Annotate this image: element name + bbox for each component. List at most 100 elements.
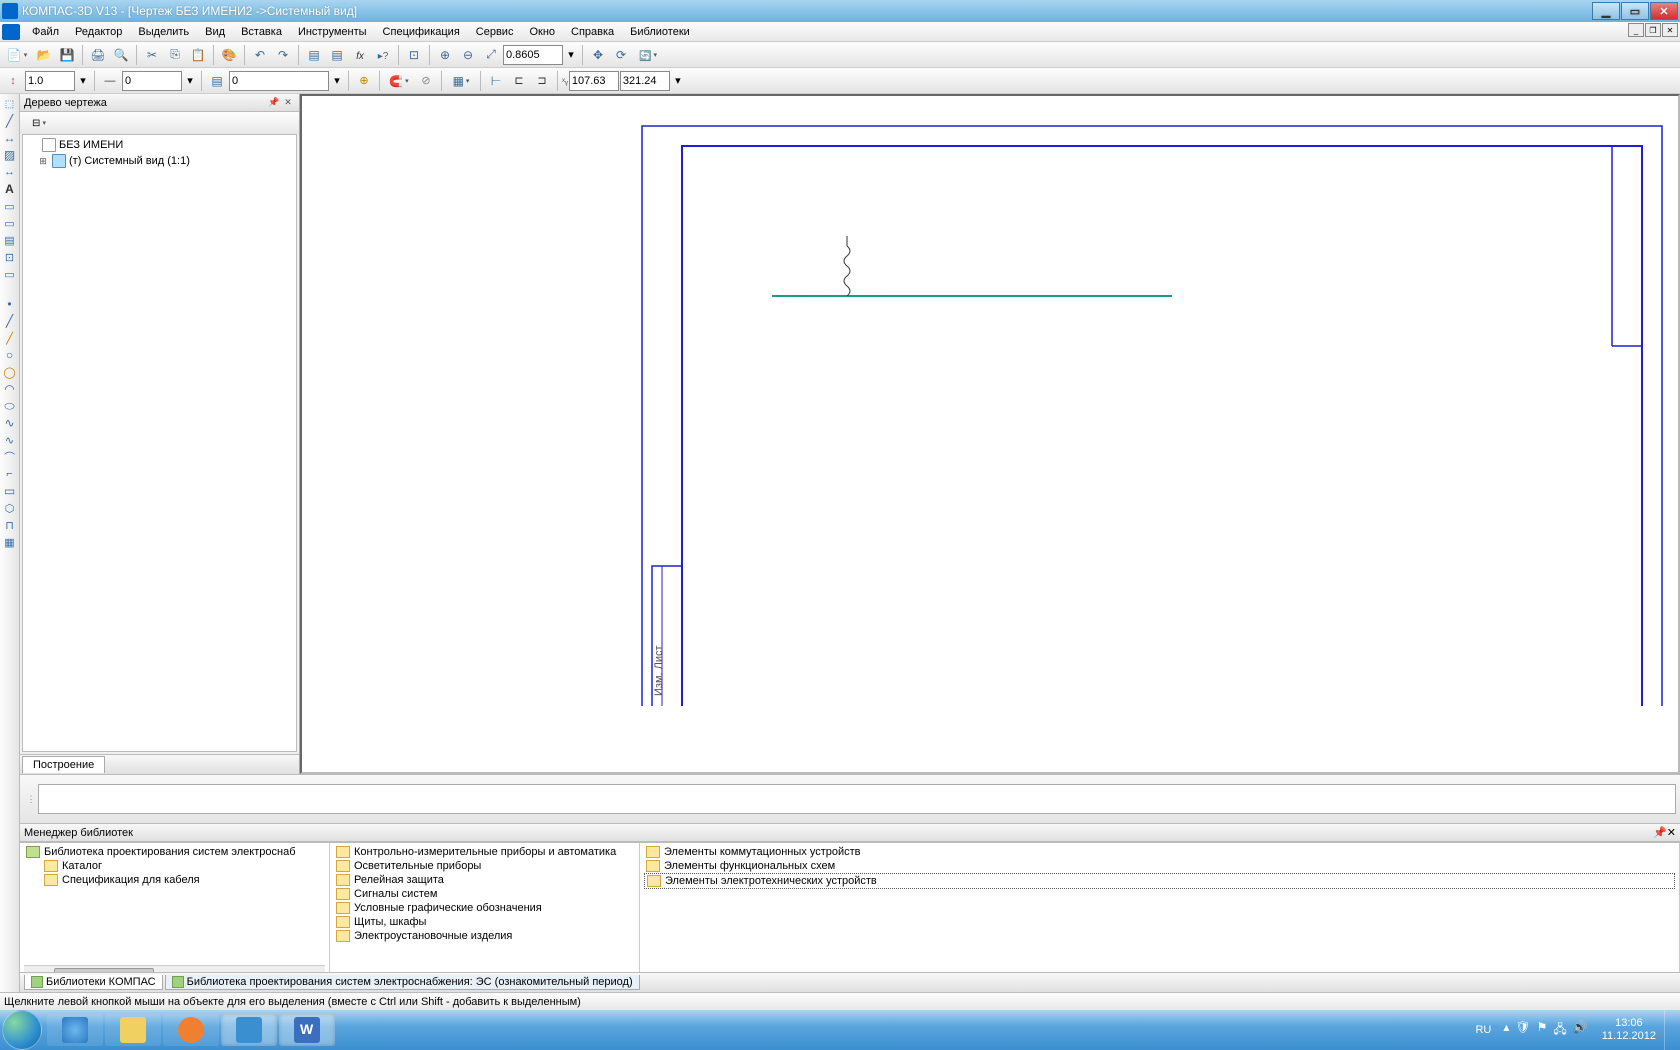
coord-x-input[interactable]: [569, 71, 619, 91]
expand-icon[interactable]: ⊞: [37, 156, 49, 167]
menu-file[interactable]: Файл: [24, 24, 67, 40]
fillet-tool-button[interactable]: ⌒: [2, 449, 18, 465]
tree-tab-construction[interactable]: Построение: [22, 756, 105, 773]
layer-input[interactable]: [229, 71, 329, 91]
line-tool-button[interactable]: [2, 313, 18, 329]
taskbar-kompas[interactable]: [221, 1014, 277, 1046]
list-item[interactable]: Осветительные приборы: [334, 859, 635, 873]
save-button[interactable]: [56, 44, 78, 66]
tree-pin-button[interactable]: 📌: [267, 96, 281, 110]
menu-tools[interactable]: Инструменты: [290, 24, 375, 40]
ellipse2-tool-button[interactable]: [2, 398, 18, 414]
help-context-button[interactable]: [372, 44, 394, 66]
language-indicator[interactable]: RU: [1469, 1024, 1497, 1036]
round-button-2[interactable]: ⊐: [531, 70, 553, 92]
taskbar-media[interactable]: [163, 1014, 219, 1046]
symbols-button[interactable]: ▭: [2, 198, 18, 214]
taskbar-word[interactable]: W: [279, 1014, 335, 1046]
zoom-value-input[interactable]: [503, 45, 563, 65]
menu-spec[interactable]: Спецификация: [375, 24, 468, 40]
dimensions-button[interactable]: [2, 130, 18, 146]
offset-tool-button[interactable]: ⊓: [2, 517, 18, 533]
tray-up-icon[interactable]: ▴: [1503, 1020, 1509, 1041]
layer-dropdown[interactable]: ▾: [330, 70, 344, 92]
app-menu-icon[interactable]: [2, 24, 20, 40]
cut-button[interactable]: [141, 44, 163, 66]
libmgr-pin-button[interactable]: 📌: [1653, 826, 1667, 839]
list-item[interactable]: Сигналы систем: [334, 887, 635, 901]
tree-close-button[interactable]: ✕: [281, 96, 295, 110]
tree-display-mode-button[interactable]: ⊟: [23, 114, 55, 132]
zoom-fit-button[interactable]: [480, 44, 502, 66]
list-item[interactable]: Контрольно-измерительные приборы и автом…: [334, 845, 635, 859]
property-input-area[interactable]: [38, 784, 1676, 814]
lib-tab-electro[interactable]: Библиотека проектирования систем электро…: [165, 975, 640, 990]
library-tree-column[interactable]: Библиотека проектирования систем электро…: [20, 843, 330, 972]
redo-button[interactable]: [272, 44, 294, 66]
contour-tool-button[interactable]: ⬡: [2, 500, 18, 516]
menu-service[interactable]: Сервис: [468, 24, 522, 40]
style-dropdown[interactable]: ▾: [183, 70, 197, 92]
layers-button-2[interactable]: [326, 44, 348, 66]
menu-help[interactable]: Справка: [563, 24, 622, 40]
open-button[interactable]: [33, 44, 55, 66]
library-list-column-2[interactable]: Элементы коммутационных устройств Элемен…: [640, 843, 1680, 972]
snap-off-button[interactable]: ⊘: [415, 70, 437, 92]
taskbar-ie[interactable]: [47, 1014, 103, 1046]
menu-view[interactable]: Вид: [197, 24, 233, 40]
tree-view-node[interactable]: ⊞ (т) Системный вид (1:1): [25, 153, 294, 169]
hatch-button[interactable]: [2, 147, 18, 163]
library-list-column-1[interactable]: Контрольно-измерительные приборы и автом…: [330, 843, 640, 972]
list-item[interactable]: Щиты, шкафы: [334, 915, 635, 929]
prop-handle-left[interactable]: ⋮: [24, 794, 38, 805]
window-maximize-button[interactable]: [1621, 2, 1649, 20]
mdi-minimize-button[interactable]: _: [1628, 23, 1644, 37]
cursor-step-input[interactable]: [25, 71, 75, 91]
lib-tree-item[interactable]: Спецификация для кабеля: [24, 873, 325, 887]
lib-scrollbar[interactable]: [24, 965, 325, 972]
paste-button[interactable]: [187, 44, 209, 66]
symbols-button-2[interactable]: ▭: [2, 215, 18, 231]
undo-button[interactable]: [249, 44, 271, 66]
list-item[interactable]: Электроустановочные изделия: [334, 929, 635, 943]
edit-button[interactable]: ↔: [2, 164, 18, 180]
window-close-button[interactable]: [1650, 2, 1678, 20]
format-painter-button[interactable]: [218, 44, 240, 66]
line-style-button[interactable]: —: [99, 70, 121, 92]
arc-tool-button[interactable]: ╱: [2, 330, 18, 346]
tray-flag-icon[interactable]: ⚑: [1537, 1020, 1548, 1041]
tray-volume-icon[interactable]: 🔊: [1573, 1020, 1588, 1041]
chamfer-tool-button[interactable]: ⌐: [2, 466, 18, 482]
libmgr-close-button[interactable]: ✕: [1667, 826, 1676, 839]
list-item[interactable]: Элементы функциональных схем: [644, 859, 1675, 873]
coord-dropdown[interactable]: ▾: [671, 70, 685, 92]
list-item[interactable]: Элементы коммутационных устройств: [644, 845, 1675, 859]
mdi-close-button[interactable]: ✕: [1662, 23, 1678, 37]
menu-select[interactable]: Выделить: [130, 24, 197, 40]
circle-tool-button[interactable]: [2, 347, 18, 363]
spline-tool-button[interactable]: [2, 415, 18, 431]
tree-content[interactable]: БЕЗ ИМЕНИ ⊞ (т) Системный вид (1:1): [22, 134, 297, 752]
snap-toggle-button[interactable]: [384, 70, 414, 92]
mdi-restore-button[interactable]: ❐: [1645, 23, 1661, 37]
layers-button-1[interactable]: [303, 44, 325, 66]
list-item[interactable]: Условные графические обозначения: [334, 901, 635, 915]
spline2-tool-button[interactable]: ∿: [2, 432, 18, 448]
rotate-view-button[interactable]: [610, 44, 632, 66]
taskbar-explorer[interactable]: [105, 1014, 161, 1046]
line-style-input[interactable]: [122, 71, 182, 91]
print-button[interactable]: [87, 44, 109, 66]
rect-tool-button[interactable]: [2, 483, 18, 499]
menu-insert[interactable]: Вставка: [233, 24, 290, 40]
coord-y-input[interactable]: [620, 71, 670, 91]
copy-button[interactable]: [164, 44, 186, 66]
list-item[interactable]: Релейная защита: [334, 873, 635, 887]
preview-button[interactable]: [110, 44, 132, 66]
window-minimize-button[interactable]: [1592, 2, 1620, 20]
system-clock[interactable]: 13:06 11.12.2012: [1594, 1017, 1664, 1043]
list-item-selected[interactable]: Элементы электротехнических устройств: [644, 873, 1675, 889]
measure-button[interactable]: ⊡: [2, 249, 18, 265]
zoom-dropdown[interactable]: ▾: [564, 44, 578, 66]
views-button[interactable]: ▭: [2, 266, 18, 282]
refresh-button[interactable]: [633, 44, 663, 66]
